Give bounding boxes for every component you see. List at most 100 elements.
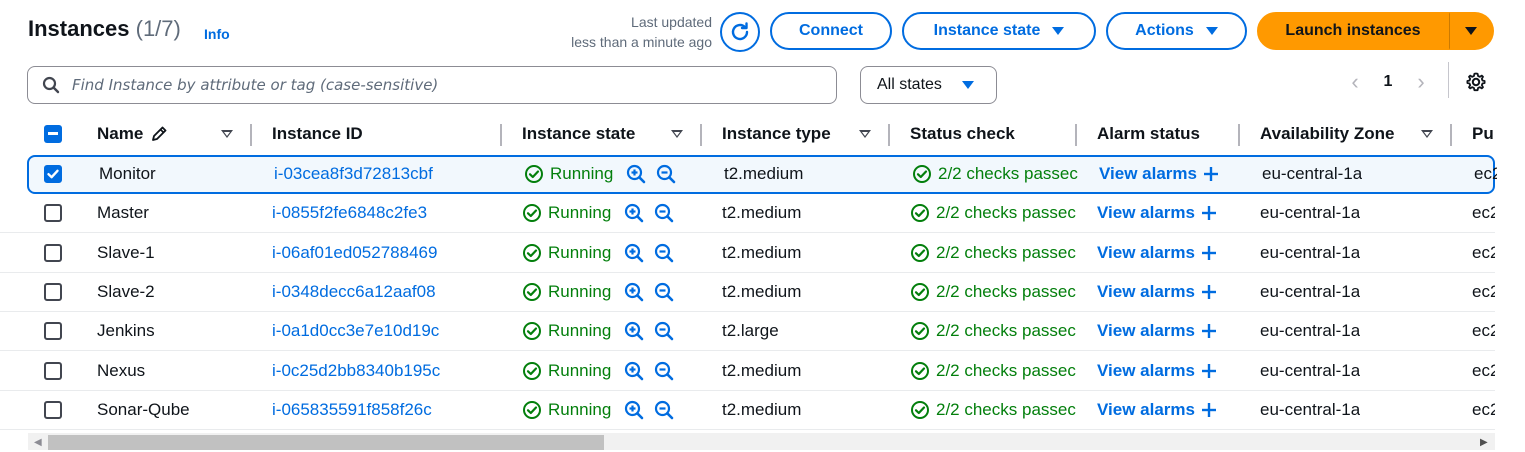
sort-caret-icon[interactable]	[859, 130, 871, 138]
table-row[interactable]: Slave-2 i-0348decc6a12aaf08 Running t2.medi…	[0, 273, 1495, 312]
instance-id-link[interactable]: i-0c25d2bb8340b195c	[272, 352, 440, 390]
scroll-left-arrow-icon[interactable]: ◀	[34, 437, 42, 448]
availability-zone: eu-central-1a	[1260, 360, 1361, 380]
column-header-instance-id[interactable]: Instance ID	[272, 114, 363, 154]
column-header-name[interactable]: Name	[97, 114, 169, 154]
column-divider[interactable]	[250, 124, 252, 146]
instance-state-cell: Running	[522, 391, 675, 429]
zoom-in-icon[interactable]	[623, 320, 645, 342]
alarm-status-cell[interactable]: View alarms	[1097, 391, 1217, 429]
zoom-out-icon[interactable]	[653, 399, 675, 421]
row-checkbox[interactable]	[44, 204, 62, 223]
table-row[interactable]: Jenkins i-0a1d0cc3e7e10d19c Running t2.larg…	[0, 312, 1495, 352]
sort-caret-icon[interactable]	[671, 130, 683, 138]
column-divider[interactable]	[700, 124, 702, 146]
view-alarms-link[interactable]: View alarms	[1097, 203, 1217, 223]
column-divider[interactable]	[1075, 124, 1077, 146]
alarm-status-cell[interactable]: View alarms	[1097, 234, 1217, 272]
actions-label: Actions	[1135, 22, 1194, 39]
zoom-out-icon[interactable]	[653, 360, 675, 382]
column-header-public-dns[interactable]: Pu	[1472, 114, 1495, 154]
instance-id-link[interactable]: i-0855f2fe6848c2fe3	[272, 194, 427, 232]
select-all-checkbox[interactable]	[44, 125, 62, 143]
table-row[interactable]: Monitor i-03cea8f3d72813cbf Running t2.medi…	[27, 155, 1497, 194]
chevron-right-icon[interactable]: ›	[1406, 69, 1436, 95]
public-dns: ec2	[1472, 203, 1495, 223]
alarm-status-cell[interactable]: View alarms	[1097, 352, 1217, 390]
zoom-out-icon[interactable]	[653, 202, 675, 224]
column-header-alarm-status[interactable]: Alarm status	[1097, 114, 1200, 154]
connect-button[interactable]: Connect	[770, 12, 892, 50]
status-check-text: 2/2 checks passec	[936, 203, 1076, 223]
plus-icon	[1201, 402, 1217, 418]
row-checkbox[interactable]	[44, 165, 62, 183]
states-select[interactable]: All states	[860, 66, 997, 104]
alarm-status-cell[interactable]: View alarms	[1099, 155, 1219, 193]
view-alarms-link[interactable]: View alarms	[1097, 321, 1217, 341]
view-alarms-link[interactable]: View alarms	[1097, 400, 1217, 420]
row-checkbox[interactable]	[44, 243, 62, 262]
row-checkbox[interactable]	[44, 322, 62, 341]
zoom-out-icon[interactable]	[653, 242, 675, 264]
instance-state-button[interactable]: Instance state	[902, 12, 1096, 50]
column-divider[interactable]	[888, 124, 890, 146]
view-alarms-link[interactable]: View alarms	[1097, 243, 1217, 263]
status-check: 2/2 checks passec	[910, 361, 1076, 381]
status-check: 2/2 checks passec	[910, 203, 1076, 223]
caret-down-icon	[1465, 27, 1477, 35]
instance-id-link[interactable]: i-065835591f858f26c	[272, 391, 432, 429]
search-field[interactable]	[27, 66, 837, 104]
search-input[interactable]	[72, 76, 792, 94]
zoom-out-icon[interactable]	[653, 320, 675, 342]
column-header-status-check[interactable]: Status check	[910, 114, 1015, 154]
instance-name: Slave-2	[97, 281, 155, 301]
chevron-left-icon[interactable]: ‹	[1340, 69, 1370, 95]
table-row[interactable]: Master i-0855f2fe6848c2fe3 Running t2.mediu…	[0, 194, 1495, 234]
column-divider[interactable]	[1238, 124, 1240, 146]
zoom-out-icon[interactable]	[655, 163, 677, 185]
zoom-in-icon[interactable]	[623, 202, 645, 224]
instance-id-link[interactable]: i-0348decc6a12aaf08	[272, 273, 436, 311]
view-alarms-link[interactable]: View alarms	[1097, 361, 1217, 381]
view-alarms-link[interactable]: View alarms	[1099, 164, 1219, 184]
zoom-in-icon[interactable]	[623, 360, 645, 382]
zoom-in-icon[interactable]	[623, 242, 645, 264]
actions-button[interactable]: Actions	[1106, 12, 1247, 50]
sort-caret-icon[interactable]	[221, 130, 233, 138]
zoom-out-icon[interactable]	[653, 281, 675, 303]
alarm-status-cell[interactable]: View alarms	[1097, 273, 1217, 311]
pager-divider	[1448, 62, 1449, 98]
zoom-in-icon[interactable]	[623, 281, 645, 303]
settings-gear-icon[interactable]	[1464, 70, 1488, 94]
alarm-status-cell[interactable]: View alarms	[1097, 312, 1217, 350]
running-status: Running	[522, 361, 611, 381]
info-link[interactable]: Info	[204, 26, 230, 42]
instance-id-link[interactable]: i-06af01ed052788469	[272, 234, 437, 272]
column-header-instance-type[interactable]: Instance type	[722, 114, 831, 154]
table-row[interactable]: Nexus i-0c25d2bb8340b195c Running t2.medium…	[0, 352, 1495, 391]
zoom-in-icon[interactable]	[623, 399, 645, 421]
row-checkbox[interactable]	[44, 282, 62, 301]
zoom-in-icon[interactable]	[625, 163, 647, 185]
instance-id-link[interactable]: i-03cea8f3d72813cbf	[274, 155, 433, 193]
row-checkbox[interactable]	[44, 361, 62, 380]
column-header-availability-zone[interactable]: Availability Zone	[1260, 114, 1394, 154]
indeterminate-dash-icon	[48, 132, 58, 135]
table-row[interactable]: Sonar-Qube i-065835591f858f26c Running t2.m…	[0, 391, 1495, 430]
instance-type: t2.medium	[722, 203, 802, 223]
instance-id-link[interactable]: i-0a1d0cc3e7e10d19c	[272, 312, 439, 350]
column-header-instance-state[interactable]: Instance state	[522, 114, 635, 154]
launch-instances-dropdown[interactable]	[1449, 12, 1494, 50]
view-alarms-link[interactable]: View alarms	[1097, 282, 1217, 302]
current-page[interactable]: 1	[1370, 73, 1406, 91]
launch-instances-button[interactable]: Launch instances	[1257, 12, 1449, 50]
scroll-right-arrow-icon[interactable]: ▶	[1480, 437, 1488, 448]
refresh-button[interactable]	[720, 12, 760, 52]
sort-caret-icon[interactable]	[1421, 130, 1433, 138]
row-checkbox[interactable]	[44, 400, 62, 419]
table-row[interactable]: Slave-1 i-06af01ed052788469 Running t2.medi…	[0, 234, 1495, 273]
alarm-status-cell[interactable]: View alarms	[1097, 194, 1217, 232]
column-divider[interactable]	[1450, 124, 1452, 146]
column-divider[interactable]	[500, 124, 502, 146]
scrollbar-thumb[interactable]	[48, 435, 604, 450]
